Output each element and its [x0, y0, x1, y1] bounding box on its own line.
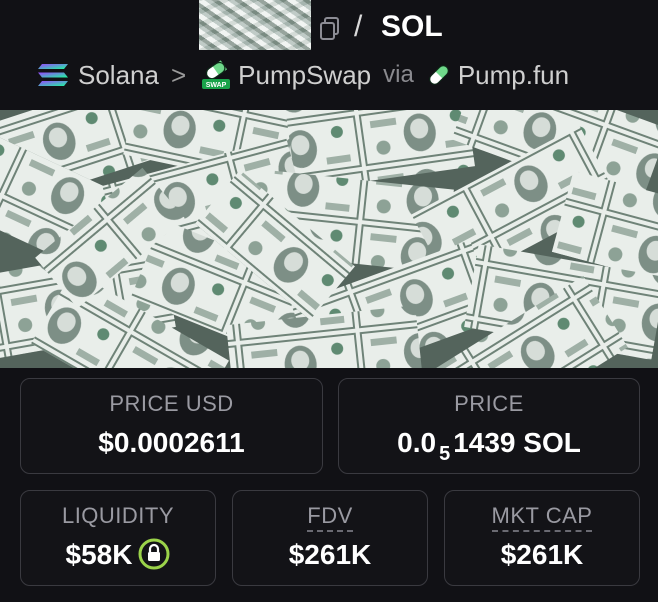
fdv-card: FDV $261K: [232, 490, 428, 586]
fdv-label[interactable]: FDV: [233, 503, 427, 532]
dex-badge-text: SWAP: [206, 82, 227, 89]
breadcrumb-separator: >: [170, 59, 187, 90]
price-native-digits: 1439: [453, 427, 516, 458]
token-banner-image: [0, 110, 658, 368]
mkt-cap-label[interactable]: MKT CAP: [445, 503, 639, 532]
price-native-card: PRICE 0.0 5 1439 SOL: [338, 378, 640, 474]
price-usd-value: $0.0002611: [98, 427, 245, 458]
token-thumbnail: [199, 0, 311, 50]
price-native-label: PRICE: [454, 391, 524, 416]
chain-link[interactable]: Solana: [78, 60, 159, 91]
price-native-prefix: 0.0: [397, 427, 437, 458]
liquidity-value-row: $58K: [21, 538, 215, 573]
pair-separator: /: [354, 10, 363, 43]
solana-logo-icon: [38, 64, 68, 86]
fdv-value: $261K: [288, 539, 372, 570]
quote-symbol: SOL: [381, 10, 443, 43]
price-native-unit: SOL: [523, 427, 581, 458]
liquidity-value: $58K: [65, 539, 133, 570]
pumpfun-pill-icon: [429, 65, 449, 85]
price-native-value: 0.0 5 1439 SOL: [339, 427, 639, 465]
dex-link[interactable]: PumpSwap: [238, 60, 371, 91]
liquidity-label: LIQUIDITY: [61, 503, 175, 528]
copy-icon[interactable]: [318, 16, 342, 42]
price-usd-label: PRICE USD: [109, 391, 234, 416]
mkt-cap-card: MKT CAP $261K: [444, 490, 640, 586]
price-usd-card: PRICE USD $0.0002611: [20, 378, 323, 474]
price-native-zero-count: 5: [439, 443, 451, 465]
lock-icon[interactable]: [138, 538, 170, 570]
pair-header: / SOL Solana > SWAP PumpSwap via Pump.fu…: [0, 0, 658, 110]
via-label: via: [383, 61, 414, 88]
breadcrumb: Solana > SWAP PumpSwap via Pump.fun: [36, 58, 569, 92]
mkt-cap-value: $261K: [500, 539, 584, 570]
pumpswap-logo-icon: SWAP: [202, 60, 231, 89]
liquidity-card: LIQUIDITY $58K: [20, 490, 216, 586]
launchpad-link[interactable]: Pump.fun: [458, 60, 569, 91]
